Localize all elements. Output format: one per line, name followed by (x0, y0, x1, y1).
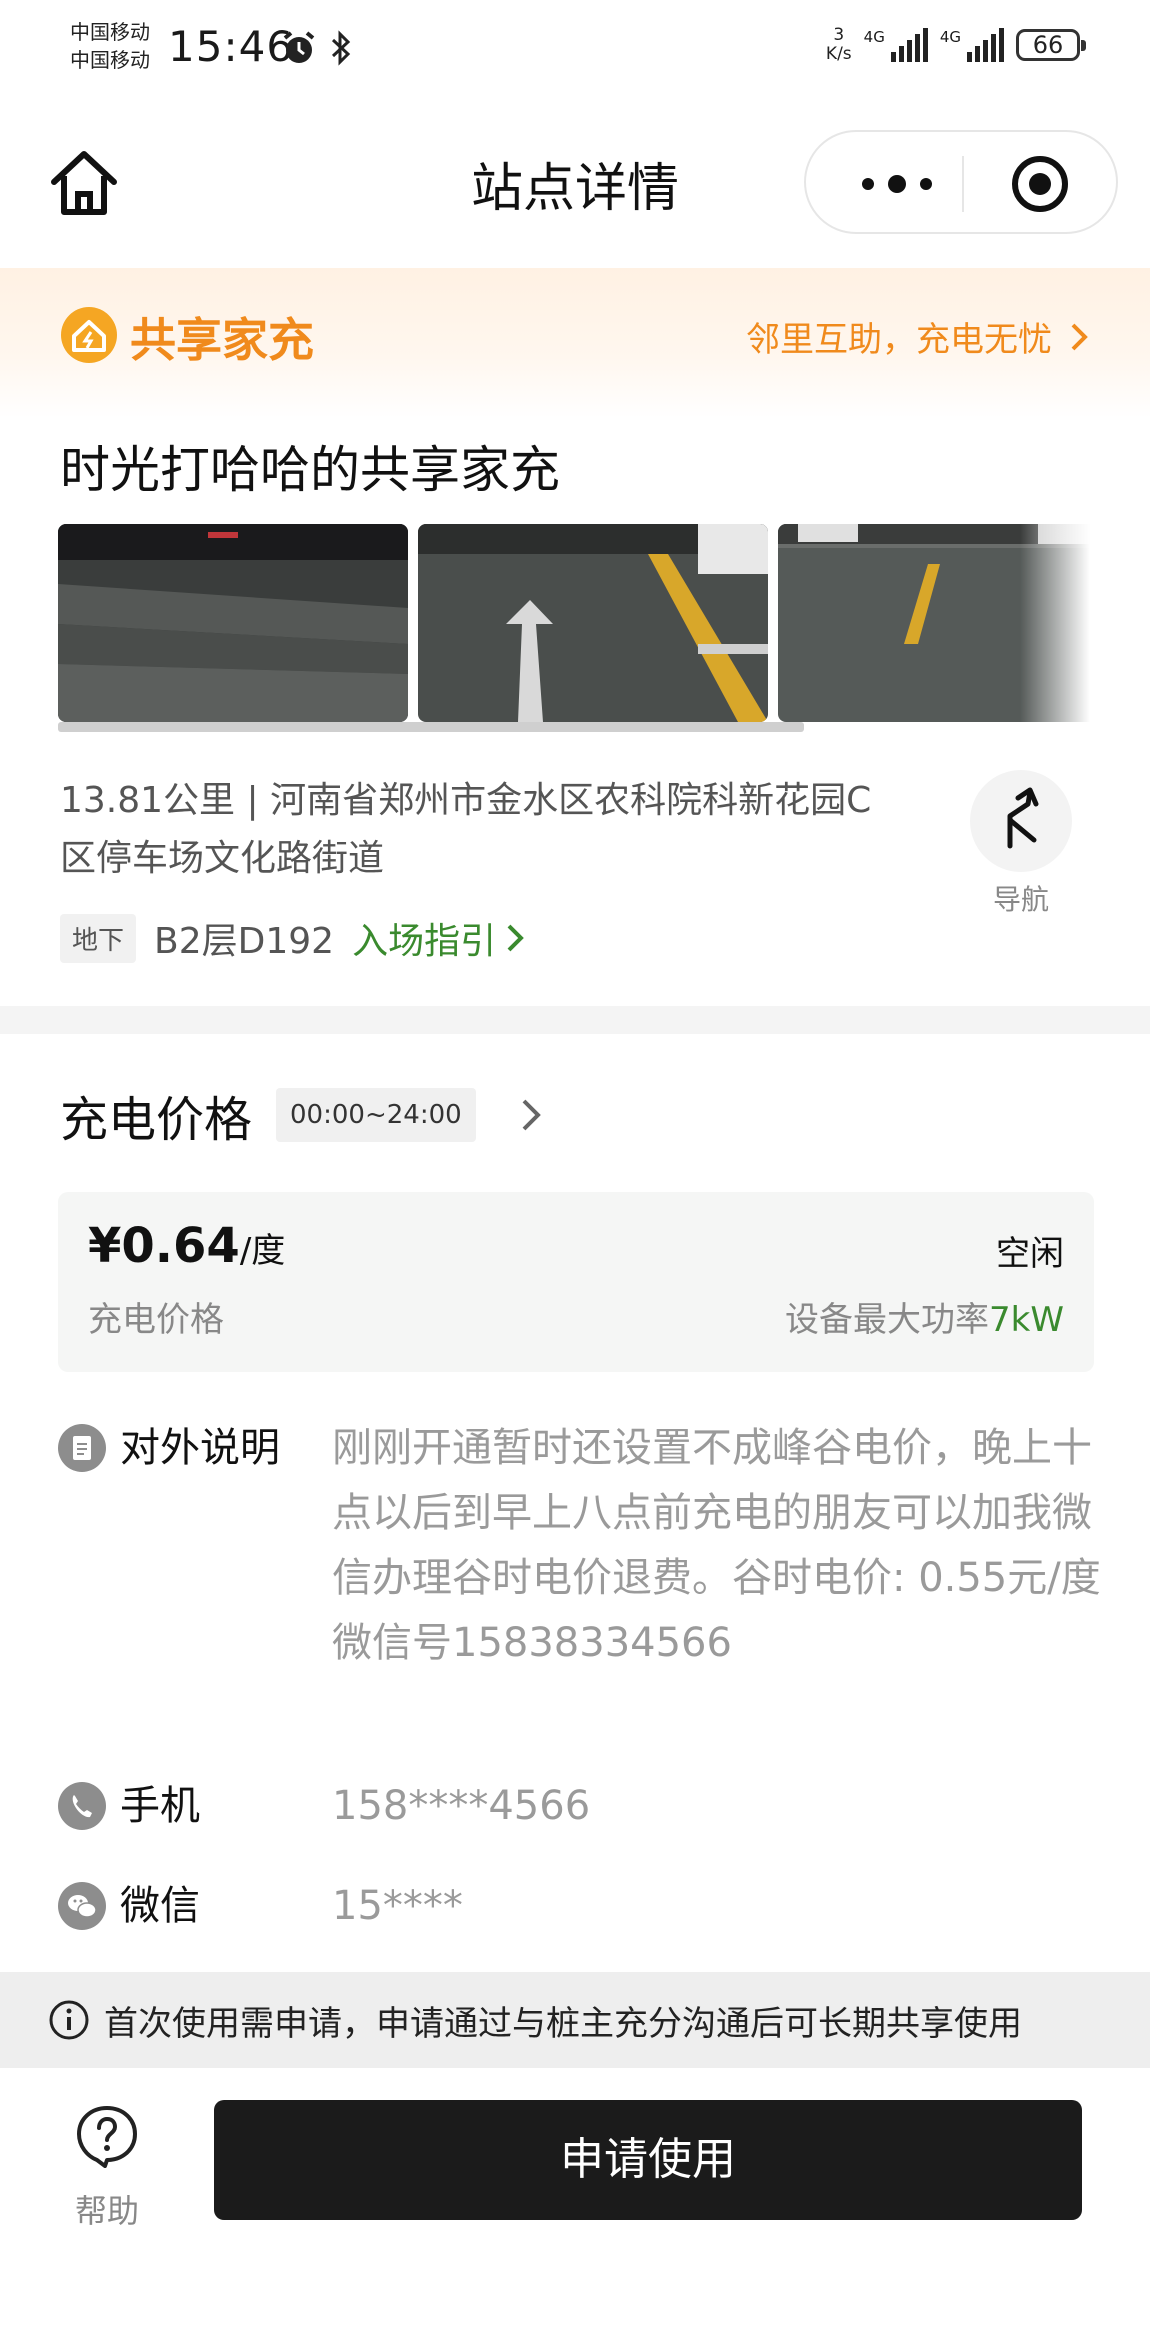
wechat-value[interactable]: 15**** (332, 1874, 1112, 1939)
owner-notice-row: 对外说明 刚刚开通暂时还设置不成峰谷电价，晚上十点以后到早上八点前充电的朋友可以… (58, 1416, 1112, 1676)
wechat-row[interactable]: 微信 15**** (58, 1874, 1112, 1939)
max-power: 设备最大功率7kW (785, 1300, 1064, 1340)
shared-home-icon (61, 307, 117, 363)
parking-spot: B2层D192 (154, 921, 335, 962)
price-amount: ¥0.64/度 (88, 1218, 286, 1274)
site-name: 时光打哈哈的共享家充 (60, 441, 560, 499)
signal-icon: 4G (864, 28, 928, 62)
owner-notice-label: 对外说明 (120, 1425, 280, 1471)
entry-guide-link[interactable]: 入场指引 (352, 912, 524, 964)
more-icon[interactable] (852, 162, 942, 206)
site-address: 13.81公里 | 河南省郑州市金水区农科院科新花园C区停车场文化路街道 (60, 780, 872, 879)
navigation-arrow-icon (1007, 787, 1039, 849)
floor-tag: 地下 (60, 913, 137, 963)
bluetooth-icon (331, 30, 351, 66)
chevron-right-icon (507, 924, 524, 952)
close-mini-program-icon[interactable] (1010, 154, 1070, 214)
chevron-right-icon (1071, 323, 1088, 350)
banner-slogan[interactable]: 邻里互助，充电无忧 (746, 312, 1088, 361)
usage-notice-text: 首次使用需申请，申请通过与桩主充分沟通后可长期共享使用 (104, 2003, 1022, 2044)
phone-value[interactable]: 158****4566 (332, 1774, 1112, 1839)
carousel-scrollbar[interactable] (58, 722, 804, 732)
banner-title: 共享家充 (130, 313, 314, 367)
help-label: 帮助 (74, 2192, 139, 2230)
site-photo-carousel[interactable] (58, 524, 1090, 722)
alarm-icon (283, 31, 315, 63)
parking-location: 地下 B2层D192 入场指引 (60, 912, 524, 964)
phone-label: 手机 (120, 1783, 200, 1829)
nav-bar: 站点详情 (0, 100, 1150, 268)
network-speed: 3 K/s (825, 25, 852, 64)
phone-icon (58, 1782, 106, 1830)
site-photo[interactable] (58, 524, 408, 722)
usage-notice-bar: 首次使用需申请，申请通过与桩主充分沟通后可长期共享使用 (0, 1972, 1150, 2068)
carrier-1: 中国移动 (70, 20, 150, 44)
section-divider (0, 1006, 1150, 1034)
price-label: 充电价格 (88, 1300, 224, 1340)
owner-notice-text: 刚刚开通暂时还设置不成峰谷电价，晚上十点以后到早上八点前充电的朋友可以加我微信办… (332, 1425, 1101, 1666)
apply-button[interactable]: 申请使用 (214, 2100, 1082, 2220)
help-button[interactable]: 帮助 (66, 2104, 148, 2232)
status-bar: 中国移动 中国移动 15:46 3 K/s 4G 4G 66 (0, 0, 1150, 100)
document-icon (58, 1424, 106, 1472)
price-card: ¥0.64/度 充电价格 空闲 设备最大功率7kW (58, 1192, 1094, 1372)
navigate-label[interactable]: 导航 (970, 878, 1072, 918)
site-photo[interactable] (418, 524, 768, 722)
phone-row[interactable]: 手机 158****4566 (58, 1774, 1112, 1839)
info-icon (49, 2000, 89, 2040)
carrier-2: 中国移动 (70, 48, 150, 72)
navigate-button[interactable] (970, 770, 1072, 872)
price-section-header[interactable]: 充电价格 00:00~24:00 (60, 1080, 542, 1150)
mini-program-capsule (804, 130, 1118, 234)
signal-icon: 4G (940, 28, 1004, 62)
wechat-label: 微信 (120, 1883, 200, 1929)
chevron-right-icon[interactable] (520, 1097, 542, 1133)
carrier-info: 中国移动 中国移动 (70, 18, 150, 74)
battery-icon: 66 (1016, 29, 1086, 61)
status-time: 15:46 (168, 22, 295, 71)
help-icon (77, 2106, 137, 2168)
wechat-icon (58, 1882, 106, 1930)
time-range-chip: 00:00~24:00 (276, 1088, 476, 1142)
shared-charging-banner[interactable]: 共享家充 邻里互助，充电无忧 (0, 268, 1150, 418)
charger-status: 空闲 (996, 1234, 1064, 1274)
price-section-title: 充电价格 (60, 1092, 253, 1148)
